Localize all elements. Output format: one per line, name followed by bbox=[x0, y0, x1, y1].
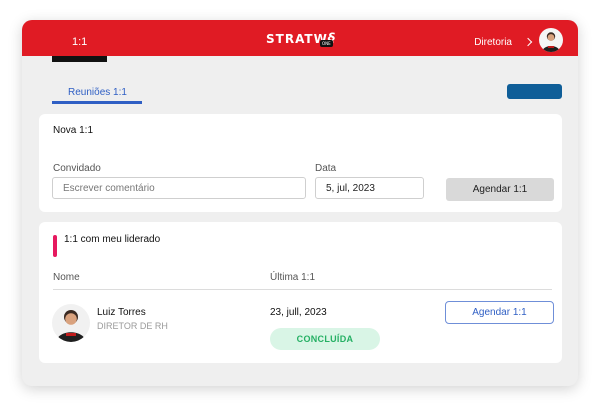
chevron-right-icon[interactable] bbox=[523, 37, 533, 47]
page-label: 1:1 bbox=[72, 36, 88, 48]
tab-label: Reuniões 1:1 bbox=[68, 87, 127, 98]
user-avatar-icon bbox=[56, 310, 86, 342]
primary-action-button[interactable] bbox=[507, 84, 562, 99]
logo-badge: ONE bbox=[320, 40, 333, 47]
schedule-button-label: Agendar 1:1 bbox=[472, 184, 528, 195]
new-meeting-title: Nova 1:1 bbox=[53, 125, 94, 136]
status-badge: CONCLUÍDA bbox=[270, 328, 380, 350]
status-label: CONCLUÍDA bbox=[296, 334, 354, 344]
date-input[interactable]: 5, jul, 2023 bbox=[315, 177, 424, 199]
guest-input[interactable]: Escrever comentário bbox=[52, 177, 306, 199]
guest-placeholder: Escrever comentário bbox=[63, 182, 155, 194]
led-list-title: 1:1 com meu liderado bbox=[64, 234, 161, 245]
user-avatar-icon bbox=[542, 32, 560, 52]
tab-active-indicator bbox=[52, 101, 142, 104]
person-avatar bbox=[52, 304, 90, 342]
led-list-card: 1:1 com meu liderado Nome Última 1:1 Lui… bbox=[39, 222, 562, 363]
user-avatar[interactable] bbox=[539, 28, 563, 52]
last-meeting-date: 23, jull, 2023 bbox=[270, 307, 327, 318]
section-marker bbox=[53, 235, 57, 257]
date-label: Data bbox=[315, 163, 337, 174]
column-last-meeting: Última 1:1 bbox=[270, 272, 316, 283]
schedule-row-button-label: Agendar 1:1 bbox=[472, 307, 527, 318]
person-role: DIRETOR DE RH bbox=[97, 321, 168, 331]
column-name: Nome bbox=[53, 272, 80, 283]
tab-reunioes[interactable]: Reuniões 1:1 bbox=[52, 80, 142, 104]
top-bar: 1:1 STRATW§ ONE Diretoria bbox=[22, 20, 578, 56]
table-divider bbox=[53, 289, 552, 290]
user-menu-label[interactable]: Diretoria bbox=[474, 37, 512, 48]
person-name: Luiz Torres bbox=[97, 307, 146, 318]
schedule-button[interactable]: Agendar 1:1 bbox=[446, 178, 554, 201]
date-value: 5, jul, 2023 bbox=[326, 182, 375, 194]
logo-text: STRATW bbox=[266, 32, 328, 46]
schedule-row-button[interactable]: Agendar 1:1 bbox=[445, 301, 554, 324]
app-window: 1:1 STRATW§ ONE Diretoria Reuniões 1:1 N… bbox=[22, 20, 578, 386]
new-meeting-card: Nova 1:1 Convidado Escrever comentário D… bbox=[39, 114, 562, 212]
dark-strip bbox=[52, 56, 107, 62]
guest-label: Convidado bbox=[53, 163, 101, 174]
